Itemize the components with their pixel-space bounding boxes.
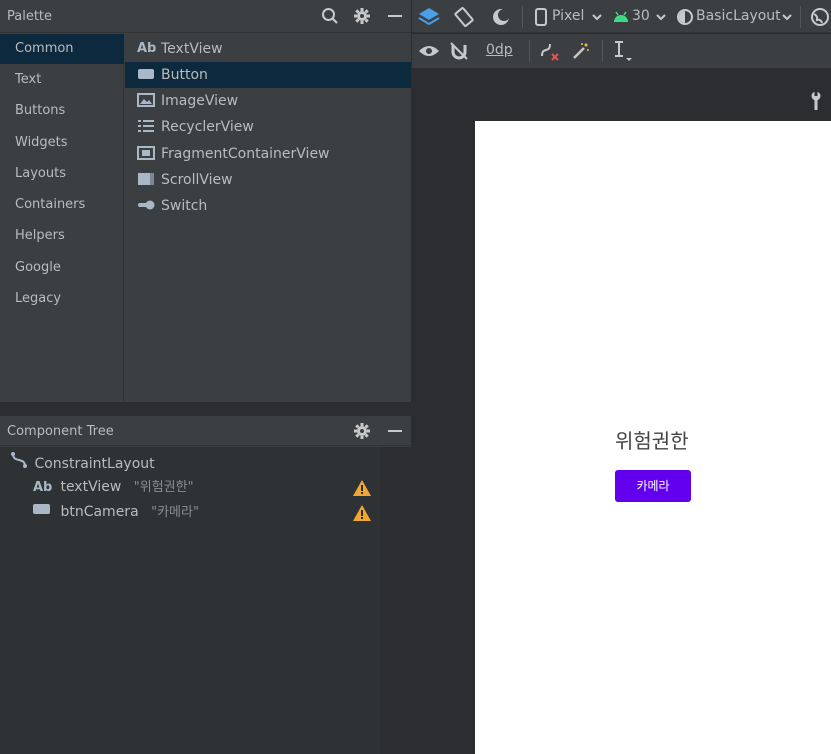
palette-title: Palette — [7, 9, 53, 24]
design-toolbar: Pixel 30 BasicLayout — [412, 0, 831, 33]
chevron-down-icon — [650, 6, 672, 28]
api-level-selector[interactable]: 30 — [632, 8, 650, 24]
widget-label: RecyclerView — [161, 119, 254, 135]
category-legacy[interactable]: Legacy — [0, 284, 124, 314]
widget-label: FragmentContainerView — [161, 146, 330, 162]
component-tree-header: Component Tree — [0, 416, 411, 446]
guidelines-icon[interactable] — [611, 40, 633, 62]
gear-icon[interactable] — [352, 421, 372, 441]
phone-icon[interactable] — [530, 6, 552, 28]
warning-icon[interactable] — [353, 480, 371, 496]
widget-list: Ab TextView Button ImageView RecyclerVie… — [125, 34, 411, 402]
widget-imageview[interactable]: ImageView — [125, 88, 411, 114]
list-icon — [137, 119, 157, 135]
android-icon[interactable] — [610, 6, 632, 28]
magic-wand-icon[interactable] — [570, 40, 592, 62]
category-text[interactable]: Text — [0, 65, 124, 95]
widget-button[interactable]: Button — [125, 62, 411, 88]
widget-label: Switch — [161, 198, 208, 214]
orientation-icon[interactable] — [453, 6, 475, 28]
widget-recyclerview[interactable]: RecyclerView — [125, 114, 411, 140]
category-layouts[interactable]: Layouts — [0, 159, 124, 189]
component-tree-panel: Component Tree ConstraintLayout Ab textV… — [0, 416, 411, 754]
design-canvas[interactable]: 위험권한 카메라 — [412, 68, 831, 754]
chevron-down-icon — [586, 6, 608, 28]
tree-node-value: "위험권한" — [133, 480, 194, 495]
widget-label: Button — [161, 67, 208, 83]
category-widgets[interactable]: Widgets — [0, 128, 124, 158]
tree-node-btncamera[interactable]: btnCamera "카메라" — [33, 500, 199, 524]
widget-label: TextView — [161, 41, 223, 57]
ab-text-icon: Ab — [137, 41, 157, 56]
night-mode-icon[interactable] — [490, 6, 512, 28]
category-containers[interactable]: Containers — [0, 190, 124, 220]
panel-splitter[interactable] — [0, 402, 411, 416]
category-google[interactable]: Google — [0, 253, 124, 283]
widget-scrollview[interactable]: ScrollView — [125, 167, 411, 193]
chevron-down-icon — [776, 6, 798, 28]
theme-icon[interactable] — [674, 6, 696, 28]
warning-icon[interactable] — [353, 505, 371, 521]
button-icon — [137, 67, 157, 83]
widget-label: ScrollView — [161, 172, 233, 188]
wrench-icon[interactable] — [805, 90, 827, 112]
device-selector[interactable]: Pixel — [552, 8, 584, 24]
tree-node-label: btnCamera — [60, 504, 139, 520]
globe-icon[interactable] — [809, 6, 831, 28]
tree-node-label: textView — [60, 479, 122, 495]
category-common[interactable]: Common — [0, 34, 124, 64]
image-icon — [137, 93, 157, 109]
toolbar-separator — [602, 40, 603, 62]
toolbar-separator — [529, 40, 530, 62]
default-margin-field[interactable]: 0dp — [486, 42, 513, 58]
switch-icon — [137, 198, 157, 214]
constraint-toolbar: 0dp — [412, 34, 831, 68]
gear-icon[interactable] — [352, 6, 372, 26]
tree-node-constraintlayout[interactable]: ConstraintLayout — [10, 451, 155, 475]
toolbar-separator — [522, 6, 523, 28]
button-icon — [33, 500, 56, 524]
widget-switch[interactable]: Switch — [125, 193, 411, 219]
clear-constraints-icon[interactable] — [538, 40, 560, 62]
tree-scroll-area — [380, 447, 411, 754]
magnet-off-icon[interactable] — [448, 40, 470, 62]
category-list: Common Text Buttons Widgets Layouts Cont… — [0, 34, 124, 402]
category-helpers[interactable]: Helpers — [0, 221, 124, 251]
constraint-layout-icon — [10, 451, 30, 477]
ab-text-icon: Ab — [33, 480, 53, 495]
widget-fragmentcontainerview[interactable]: FragmentContainerView — [125, 141, 411, 167]
fragment-icon — [137, 146, 157, 162]
minimize-icon[interactable] — [385, 421, 405, 441]
device-preview[interactable]: 위험권한 카메라 — [475, 121, 831, 754]
layers-icon[interactable] — [418, 6, 440, 28]
scroll-icon — [137, 172, 157, 188]
preview-textview[interactable]: 위험권한 — [615, 425, 689, 454]
minimize-icon[interactable] — [385, 6, 405, 26]
component-tree-title: Component Tree — [7, 424, 114, 439]
palette-header: Palette — [0, 0, 411, 33]
category-buttons[interactable]: Buttons — [0, 96, 124, 126]
palette-panel: Palette Common Text Buttons Widgets Layo… — [0, 0, 411, 402]
tree-node-value: "카메라" — [151, 505, 199, 520]
tree-node-textview[interactable]: Ab textView "위험권한" — [33, 475, 194, 499]
widget-textview[interactable]: Ab TextView — [125, 36, 411, 62]
toolbar-separator — [800, 6, 801, 28]
widget-label: ImageView — [161, 93, 239, 109]
search-icon[interactable] — [320, 6, 340, 26]
tree-node-label: ConstraintLayout — [34, 456, 155, 472]
eye-icon[interactable] — [418, 40, 440, 62]
preview-camera-button[interactable]: 카메라 — [615, 470, 691, 502]
theme-selector[interactable]: BasicLayout — [696, 8, 781, 24]
component-tree-body: ConstraintLayout Ab textView "위험권한" btnC… — [0, 447, 380, 754]
